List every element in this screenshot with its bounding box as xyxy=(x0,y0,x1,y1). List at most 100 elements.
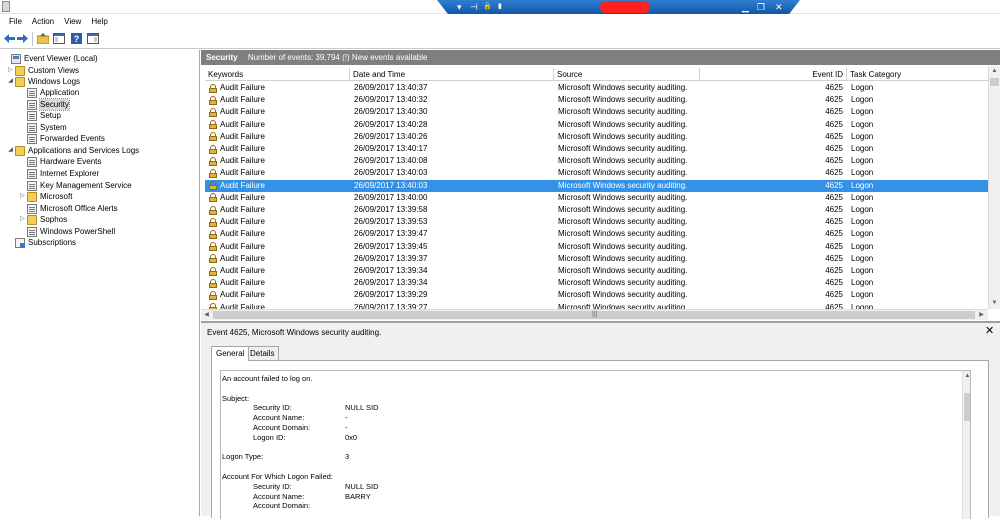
tree-node-applications-and-services-logs[interactable]: ◢ Applications and Services Logs xyxy=(7,145,139,156)
scroll-up-arrow-icon[interactable]: ▲ xyxy=(963,371,970,381)
event-row[interactable]: Audit Failure 26/09/2017 13:40:32 Microsof… xyxy=(205,94,989,106)
tree-node-windows-logs[interactable]: ◢ Windows Logs xyxy=(7,76,80,87)
menu-view[interactable]: View xyxy=(59,17,86,26)
event-row[interactable]: Audit Failure 26/09/2017 13:39:58 Microsof… xyxy=(205,204,989,216)
tree-node-hardware-events[interactable]: Hardware Events xyxy=(19,156,101,167)
event-row[interactable]: Audit Failure 26/09/2017 13:40:17 Microsof… xyxy=(205,143,989,155)
tree-expander[interactable]: ▷ xyxy=(19,191,26,202)
keywords-text: Audit Failure xyxy=(220,95,265,105)
tree-node-subscriptions[interactable]: Subscriptions xyxy=(7,237,76,248)
scroll-left-arrow-icon[interactable]: ◀ xyxy=(201,310,212,320)
column-header-event-id[interactable]: Event ID xyxy=(700,68,847,81)
tree-node-windows-powershell[interactable]: Windows PowerShell xyxy=(19,226,115,237)
menu-help[interactable]: Help xyxy=(86,17,112,26)
pin-icon[interactable]: ⊣ xyxy=(470,1,478,13)
event-row[interactable]: Audit Failure 26/09/2017 13:40:30 Microsof… xyxy=(205,106,989,118)
column-header-task-category[interactable]: Task Category xyxy=(847,68,989,81)
show-hide-action-pane-button[interactable] xyxy=(86,32,99,45)
event-row[interactable]: Audit Failure 26/09/2017 13:39:34 Microsof… xyxy=(205,277,989,289)
show-hide-console-tree-button[interactable] xyxy=(52,32,65,45)
forward-button[interactable] xyxy=(16,32,29,45)
event-list-vertical-scrollbar[interactable]: ▲ ▼ xyxy=(988,66,1000,309)
audit-failure-lock-icon xyxy=(209,278,217,288)
cell-keywords: Audit Failure xyxy=(209,216,349,228)
folder-up-icon xyxy=(36,33,49,44)
event-row[interactable]: Audit Failure 26/09/2017 13:40:03 Microsof… xyxy=(205,167,989,179)
tree-node-microsoft-office-alerts[interactable]: Microsoft Office Alerts xyxy=(19,203,118,214)
keywords-text: Audit Failure xyxy=(220,205,265,214)
tree-node-label: Internet Explorer xyxy=(40,169,100,178)
event-row[interactable]: Audit Failure 26/09/2017 13:39:53 Microsof… xyxy=(205,216,989,228)
scroll-up-arrow-icon[interactable]: ▲ xyxy=(989,66,1000,77)
tree-node-key-management-service[interactable]: Key Management Service xyxy=(19,180,132,191)
event-detail-pane: Event 4625, Microsoft Windows security a… xyxy=(201,321,1000,519)
tree-node-microsoft[interactable]: ▷ Microsoft xyxy=(19,191,72,202)
event-list[interactable]: Keywords Date and Time Source Event ID T… xyxy=(201,66,1000,320)
tree-node-setup[interactable]: Setup xyxy=(19,110,61,121)
event-row[interactable]: Audit Failure 26/09/2017 13:40:37 Microsof… xyxy=(205,82,989,94)
cell-event-id: 4625 xyxy=(825,119,843,129)
scrollbar-thumb[interactable] xyxy=(964,393,970,421)
tab-details[interactable]: Details xyxy=(245,346,280,360)
tree-expander[interactable]: ◢ xyxy=(7,145,14,156)
event-row[interactable]: Audit Failure 26/09/2017 13:39:34 Microsof… xyxy=(205,265,989,277)
toolbar-separator xyxy=(32,32,33,46)
scroll-down-arrow-icon[interactable]: ▼ xyxy=(989,298,1000,309)
tree-node-system[interactable]: System xyxy=(19,122,67,133)
tree-node-forwarded-events[interactable]: Forwarded Events xyxy=(19,133,105,144)
keywords-text: Audit Failure xyxy=(220,107,265,117)
cell-task-category: Logon xyxy=(851,253,874,263)
pin-dropdown-icon[interactable]: ▾ xyxy=(457,1,462,13)
tab-general[interactable]: General xyxy=(211,346,250,361)
back-button[interactable] xyxy=(3,32,16,45)
column-header-keywords[interactable]: Keywords xyxy=(205,68,350,81)
event-detail-title: Event 4625, Microsoft Windows security a… xyxy=(207,328,382,337)
keywords-text: Audit Failure xyxy=(220,180,265,190)
menu-file[interactable]: File xyxy=(4,17,27,26)
tree-expander[interactable]: ◢ xyxy=(7,76,14,87)
up-folder-button[interactable] xyxy=(36,32,49,45)
cell-event-id: 4625 xyxy=(825,168,843,178)
lock-icon: 🔒 xyxy=(483,3,492,10)
log-icon xyxy=(27,203,37,214)
toolbar: ? xyxy=(0,29,1000,49)
close-button[interactable]: ✕ xyxy=(775,1,783,13)
event-viewer-icon xyxy=(11,53,21,64)
description-field-value: - xyxy=(345,413,348,423)
event-row[interactable]: Audit Failure 26/09/2017 13:40:03 Microsof… xyxy=(205,179,989,192)
column-header-date-and-time[interactable]: Date and Time xyxy=(350,68,554,81)
event-list-horizontal-scrollbar[interactable]: ◀ ||| ▶ xyxy=(201,309,988,320)
event-row[interactable]: Audit Failure 26/09/2017 13:39:45 Microsof… xyxy=(205,241,989,253)
audit-failure-lock-icon xyxy=(209,83,217,93)
event-row[interactable]: Audit Failure 26/09/2017 13:40:08 Microsof… xyxy=(205,155,989,167)
tree-node-security[interactable]: Security xyxy=(19,98,70,111)
event-row[interactable]: Audit Failure 26/09/2017 13:39:29 Microsof… xyxy=(205,289,989,301)
tree-node-sophos[interactable]: ▷ Sophos xyxy=(19,214,67,225)
tree-node-internet-explorer[interactable]: Internet Explorer xyxy=(19,168,99,179)
scrollbar-thumb[interactable] xyxy=(990,78,999,86)
menu-action[interactable]: Action xyxy=(27,17,59,26)
description-field-label: Account Domain: xyxy=(253,423,311,432)
cell-task-category: Logon xyxy=(851,278,874,288)
description-field-label: Security ID: xyxy=(253,481,292,491)
event-row[interactable]: Audit Failure 26/09/2017 13:39:47 Microsof… xyxy=(205,228,989,240)
cell-keywords: Audit Failure xyxy=(209,167,349,179)
event-row[interactable]: Audit Failure 26/09/2017 13:40:28 Microsof… xyxy=(205,119,989,131)
help-button[interactable]: ? xyxy=(70,32,83,45)
tree-node-custom-views[interactable]: ▷ Custom Views xyxy=(7,65,79,76)
event-row[interactable]: Audit Failure 26/09/2017 13:40:26 Microsof… xyxy=(205,131,989,143)
close-icon[interactable]: ✕ xyxy=(985,325,994,337)
event-row[interactable]: Audit Failure 26/09/2017 13:40:00 Microsof… xyxy=(205,192,989,204)
column-header-source[interactable]: Source xyxy=(554,68,700,81)
tree-expander[interactable]: ▷ xyxy=(7,65,14,76)
tree-node-event-viewer-local[interactable]: Event Viewer (Local) xyxy=(3,53,98,64)
scroll-right-arrow-icon[interactable]: ▶ xyxy=(976,310,987,320)
event-description[interactable]: An account failed to log on. Subject: Secu… xyxy=(220,370,971,519)
description-field-value: - xyxy=(345,423,348,432)
description-vertical-scrollbar[interactable]: ▲ xyxy=(962,371,970,519)
tree-node-application[interactable]: Application xyxy=(19,87,79,98)
minimize-button[interactable]: ▁ xyxy=(742,1,749,13)
event-row[interactable]: Audit Failure 26/09/2017 13:39:37 Microsof… xyxy=(205,253,989,265)
restore-button[interactable]: ❐ xyxy=(757,1,765,13)
tree-expander[interactable]: ▷ xyxy=(19,214,26,225)
